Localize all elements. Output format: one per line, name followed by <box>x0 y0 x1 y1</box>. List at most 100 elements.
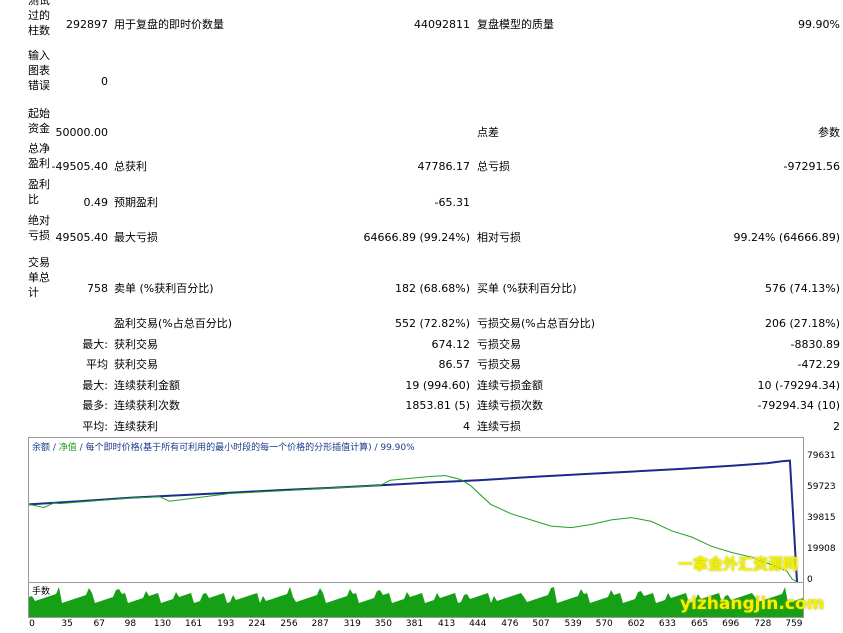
row-label-3: 亏损交易 <box>477 358 521 371</box>
row-value-3: -97291.56 <box>783 160 840 173</box>
row-value-2: 1853.81 (5) <box>405 399 470 412</box>
x-tick-label: 161 <box>185 619 203 629</box>
row-category: 最大: <box>82 338 108 351</box>
row-label: 输入图表错误 <box>28 49 50 92</box>
x-tick-label: 507 <box>532 619 550 629</box>
chart-title: 余额 / 净值 / 每个即时价格(基于所有可利用的最小时段的每一个价格的分形插值… <box>32 443 415 453</box>
row-value-2: 182 (68.68%) <box>394 282 470 295</box>
x-tick-label: 381 <box>405 619 424 629</box>
row-label: 总净盈利 <box>28 142 50 170</box>
row-value-3: -79294.34 (10) <box>757 399 840 412</box>
row-value-1: -49505.40 <box>51 160 108 173</box>
x-tick-label: 759 <box>785 619 803 629</box>
row-category: 平均 <box>86 358 108 371</box>
x-tick-label: 130 <box>153 619 172 629</box>
chart-title-balance: 余额 <box>32 443 51 453</box>
row-label-3: 复盘模型的质量 <box>477 18 554 31</box>
row-label-3: 亏损交易 <box>477 338 521 351</box>
row-value-1: 758 <box>87 282 108 295</box>
y-tick-label: 19908 <box>807 544 836 555</box>
x-axis: 0 35 67 98 130 161 193 224 256 287 319 350 381 413 444… <box>28 618 818 632</box>
row-label-2: 盈利交易(%占总百分比) <box>114 317 233 330</box>
row-label: 起始资金 <box>28 107 50 135</box>
x-tick-label: 444 <box>469 619 487 629</box>
row-label-3: 连续亏损金额 <box>477 379 543 392</box>
row-value-3: 99.24% (64666.89) <box>733 231 840 244</box>
row-label-2: 获利交易 <box>114 358 158 371</box>
row-value-2: 86.57 <box>438 358 471 371</box>
watermark-url: yizhangjin.com <box>680 594 825 614</box>
watermark-logo: 一拿金外汇资源网 <box>678 555 799 573</box>
volume-label: 手数 <box>32 587 51 597</box>
x-tick-label: 98 <box>124 619 137 629</box>
row-value-1: 292897 <box>66 18 108 31</box>
row-value-2: 19 (994.60) <box>405 379 470 392</box>
row-label-3: 总亏损 <box>477 160 510 173</box>
row-value-3: 10 (-79294.34) <box>757 379 840 392</box>
row-category: 平均: <box>82 420 108 433</box>
row-value-3: 206 (27.18%) <box>764 317 840 330</box>
row-label: 盈利比 <box>28 178 50 206</box>
row-label-3: 连续亏损 <box>477 420 521 433</box>
x-tick-label: 633 <box>658 619 677 629</box>
row-value-2: 674.12 <box>431 338 471 351</box>
x-tick-label: 287 <box>311 619 329 629</box>
x-tick-label: 67 <box>93 619 105 629</box>
row-value-3: -8830.89 <box>790 338 840 351</box>
row-label-2: 连续获利次数 <box>114 399 180 412</box>
row-label-2: 卖单 (%获利百分比) <box>114 282 214 295</box>
x-tick-label: 476 <box>501 619 519 629</box>
x-tick-label: 35 <box>61 619 73 629</box>
row-label-2: 连续获利 <box>114 420 158 433</box>
row-value-2: -65.31 <box>434 196 470 209</box>
x-tick-label: 570 <box>595 619 613 629</box>
row-label-3: 买单 (%获利百分比) <box>477 282 577 295</box>
x-tick-label: 0 <box>29 619 35 629</box>
chart-title-quality: 99.90% <box>380 443 415 453</box>
y-tick-label: 39815 <box>807 513 836 524</box>
row-label: 交易单总计 <box>28 256 50 299</box>
x-tick-label: 413 <box>438 619 456 629</box>
row-category: 最大: <box>82 379 108 392</box>
chart-title-model: 每个即时价格(基于所有可利用的最小时段的每一个价格的分形插值计算) <box>85 443 372 453</box>
row-value-1: 0 <box>101 75 108 88</box>
y-axis: 79631 59723 39815 19908 0 <box>803 437 843 585</box>
row-label-2: 总获利 <box>114 160 147 173</box>
row-label-2: 获利交易 <box>114 338 158 351</box>
row-label-3: 连续亏损次数 <box>477 399 543 412</box>
x-tick-label: 350 <box>374 619 392 629</box>
row-label: 绝对亏损 <box>28 214 50 242</box>
x-tick-label: 728 <box>754 619 772 629</box>
row-label-2: 预期盈利 <box>114 196 158 209</box>
row-label-2: 用于复盘的即时价数量 <box>114 18 224 31</box>
x-tick-label: 696 <box>722 619 740 629</box>
x-tick-label: 193 <box>217 619 235 629</box>
y-tick-label: 0 <box>807 575 813 585</box>
row-value-1: 50000.00 <box>55 126 109 139</box>
chart-title-equity: 净值 <box>58 443 77 453</box>
row-value-2: 44092811 <box>414 18 470 31</box>
row-value-2: 4 <box>463 420 470 433</box>
row-category: 最多: <box>82 399 108 412</box>
row-label-3: 点差 <box>477 126 499 139</box>
row-value-2: 552 (72.82%) <box>394 317 470 330</box>
row-label-2: 最大亏损 <box>114 231 158 244</box>
row-value-1: 0.49 <box>83 196 109 209</box>
row-value-3: 576 (74.13%) <box>764 282 840 295</box>
y-tick-label: 59723 <box>807 482 836 493</box>
x-tick-label: 602 <box>627 619 645 629</box>
row-value-1: 49505.40 <box>55 231 109 244</box>
row-value-2: 64666.89 (99.24%) <box>363 231 470 244</box>
row-label-3: 亏损交易(%占总百分比) <box>477 317 596 330</box>
row-value-3: -472.29 <box>797 358 840 371</box>
row-value-2: 47786.17 <box>417 160 471 173</box>
row-label-3: 相对亏损 <box>477 231 521 244</box>
row-value-3: 99.90% <box>798 18 840 31</box>
row-label: 测试过的柱数 <box>28 0 50 37</box>
row-value-3: 2 <box>833 420 840 433</box>
x-tick-label: 665 <box>690 619 709 629</box>
x-tick-label: 256 <box>280 619 298 629</box>
row-label-2: 连续获利金额 <box>114 379 180 392</box>
x-tick-label: 224 <box>248 619 266 629</box>
x-tick-label: 319 <box>343 619 361 629</box>
